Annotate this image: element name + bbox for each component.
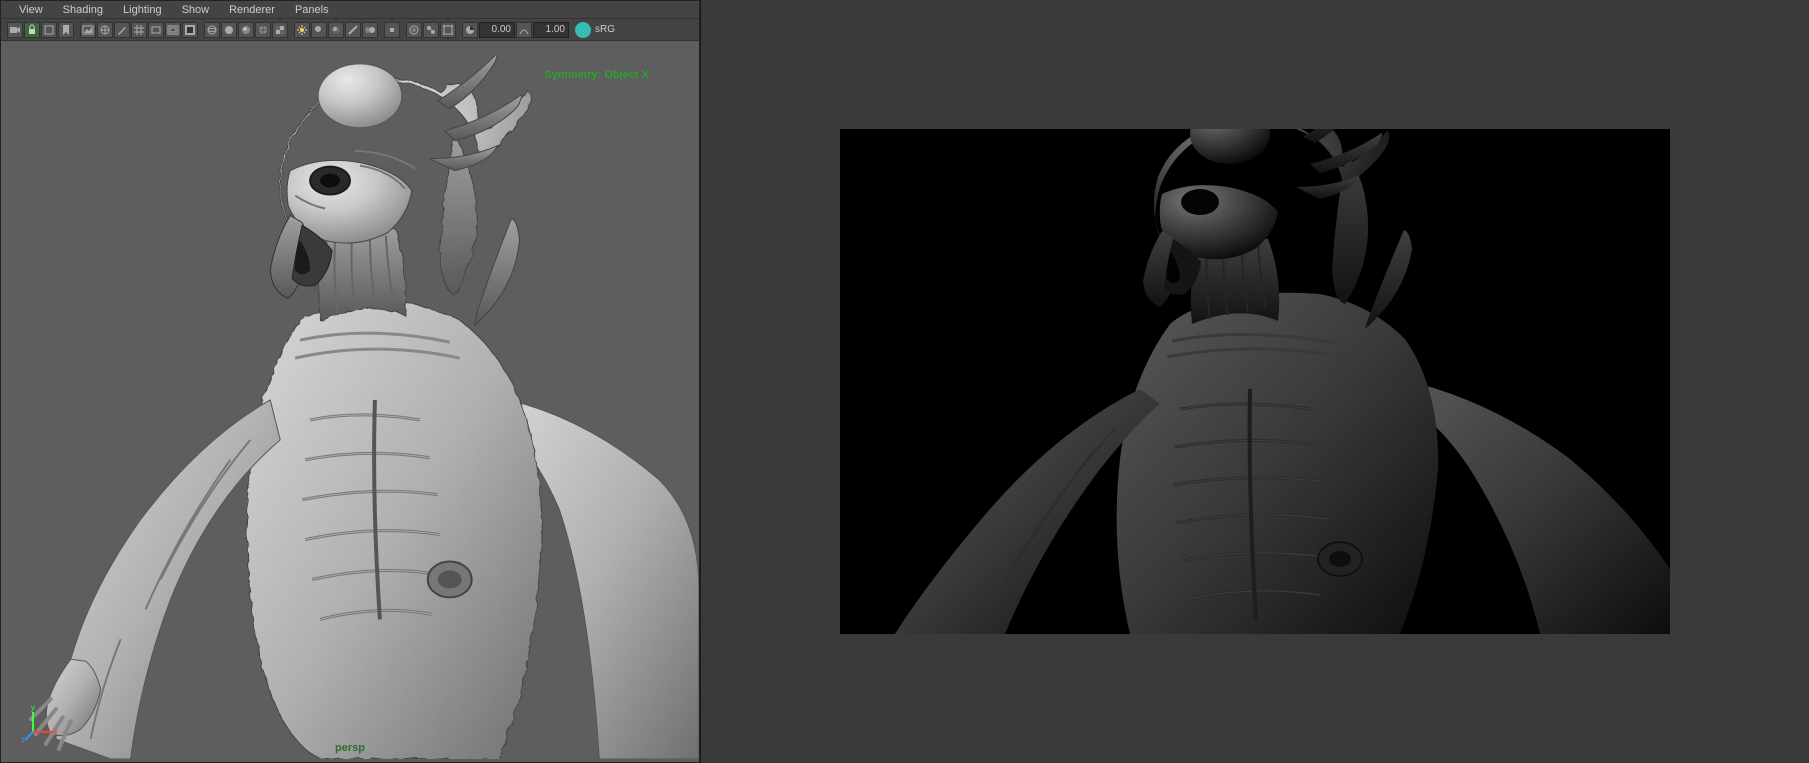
menu-panels[interactable]: Panels (285, 4, 339, 16)
viewport-toolbar: 0.00 1.00 sRG (1, 19, 699, 41)
viewport-panel: View Shading Lighting Show Renderer Pane… (0, 0, 700, 763)
menu-shading[interactable]: Shading (53, 4, 113, 16)
camera-name: persp (335, 742, 365, 754)
film-gate-icon[interactable] (148, 22, 164, 38)
axis-gizmo[interactable]: y x z (21, 702, 61, 742)
grease-pencil-icon[interactable] (114, 22, 130, 38)
isolate-select-icon[interactable] (384, 22, 400, 38)
gamma-value[interactable]: 1.00 (533, 22, 569, 38)
ao-icon[interactable] (328, 22, 344, 38)
textured-icon[interactable] (272, 22, 288, 38)
grid-icon[interactable] (131, 22, 147, 38)
camera-attributes-icon[interactable] (41, 22, 57, 38)
viewport-model (1, 41, 699, 759)
anti-alias-icon[interactable] (345, 22, 361, 38)
menu-lighting[interactable]: Lighting (113, 4, 172, 16)
exposure-icon[interactable] (462, 22, 478, 38)
wireframe-on-shaded-icon[interactable] (255, 22, 271, 38)
image-plane-icon[interactable] (80, 22, 96, 38)
wireframe-icon[interactable] (204, 22, 220, 38)
2d-pan-zoom-icon[interactable] (97, 22, 113, 38)
menu-renderer[interactable]: Renderer (219, 4, 285, 16)
render-view[interactable] (840, 129, 1670, 634)
xray-joints-icon[interactable] (423, 22, 439, 38)
color-management-icon[interactable] (575, 22, 591, 38)
color-space-label: sRG (592, 24, 618, 35)
gamma-icon[interactable] (516, 22, 532, 38)
use-all-lights-icon[interactable] (294, 22, 310, 38)
viewport-menu-bar: View Shading Lighting Show Renderer Pane… (1, 1, 699, 19)
use-default-material-icon[interactable] (238, 22, 254, 38)
gate-mask-icon[interactable] (182, 22, 198, 38)
xray-icon[interactable] (406, 22, 422, 38)
lock-camera-icon[interactable] (24, 22, 40, 38)
xray-components-icon[interactable] (440, 22, 456, 38)
select-camera-icon[interactable] (7, 22, 23, 38)
menu-show[interactable]: Show (172, 4, 220, 16)
svg-text:z: z (21, 735, 25, 742)
svg-text:x: x (54, 728, 58, 737)
menu-view[interactable]: View (9, 4, 53, 16)
smooth-shade-icon[interactable] (221, 22, 237, 38)
3d-viewport[interactable]: Symmetry: Object X (1, 41, 699, 762)
render-panel (700, 0, 1809, 763)
bookmark-icon[interactable] (58, 22, 74, 38)
shadows-icon[interactable] (311, 22, 327, 38)
render-model (840, 129, 1670, 634)
resolution-gate-icon[interactable] (165, 22, 181, 38)
svg-text:y: y (31, 703, 35, 712)
exposure-value[interactable]: 0.00 (479, 22, 515, 38)
motion-blur-icon[interactable] (362, 22, 378, 38)
